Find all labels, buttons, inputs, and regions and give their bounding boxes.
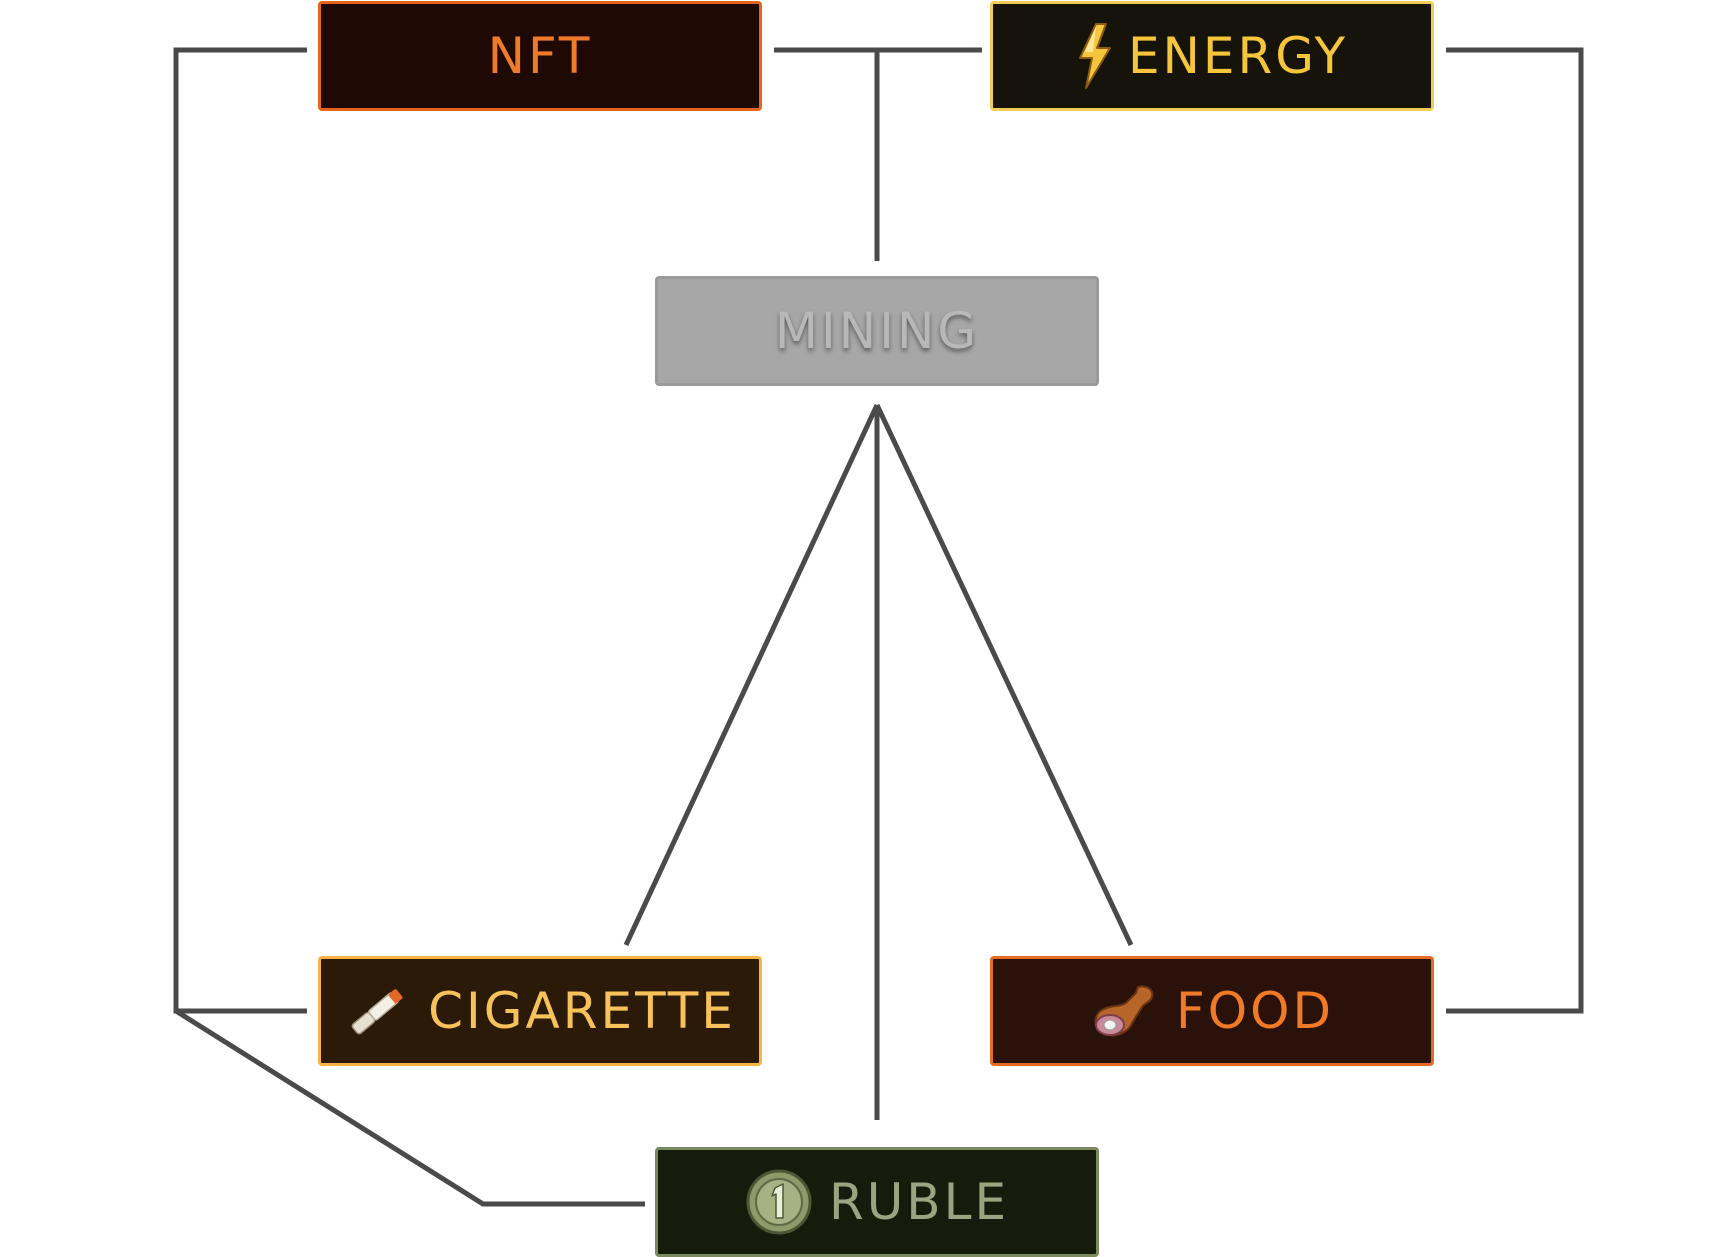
node-food-label: FOOD [1176, 982, 1334, 1040]
connector-mining-food [874, 403, 1134, 947]
node-ruble: RUBLE [655, 1147, 1099, 1257]
ham-leg-icon [1090, 981, 1160, 1041]
connector-energy-food [1446, 47, 1584, 1014]
node-nft-label: NFT [487, 27, 593, 85]
connector-nft-cigarette [173, 47, 307, 1014]
node-energy-label: ENERGY [1127, 27, 1349, 85]
lightning-bolt-icon [1076, 22, 1112, 90]
node-cigarette: CIGARETTE [318, 956, 762, 1066]
coin-one-icon [745, 1168, 813, 1236]
node-ruble-label: RUBLE [828, 1173, 1010, 1231]
connector-lines [173, 47, 1584, 1207]
node-mining-label: MINING [774, 302, 980, 360]
connector-mining-cigarette [623, 403, 880, 947]
node-nft: NFT [318, 1, 762, 111]
node-mining: MINING [655, 276, 1099, 386]
node-cigarette-label: CIGARETTE [428, 982, 736, 1040]
node-energy: ENERGY [990, 1, 1434, 111]
cigarette-icon [344, 983, 412, 1039]
node-food: FOOD [990, 956, 1434, 1066]
